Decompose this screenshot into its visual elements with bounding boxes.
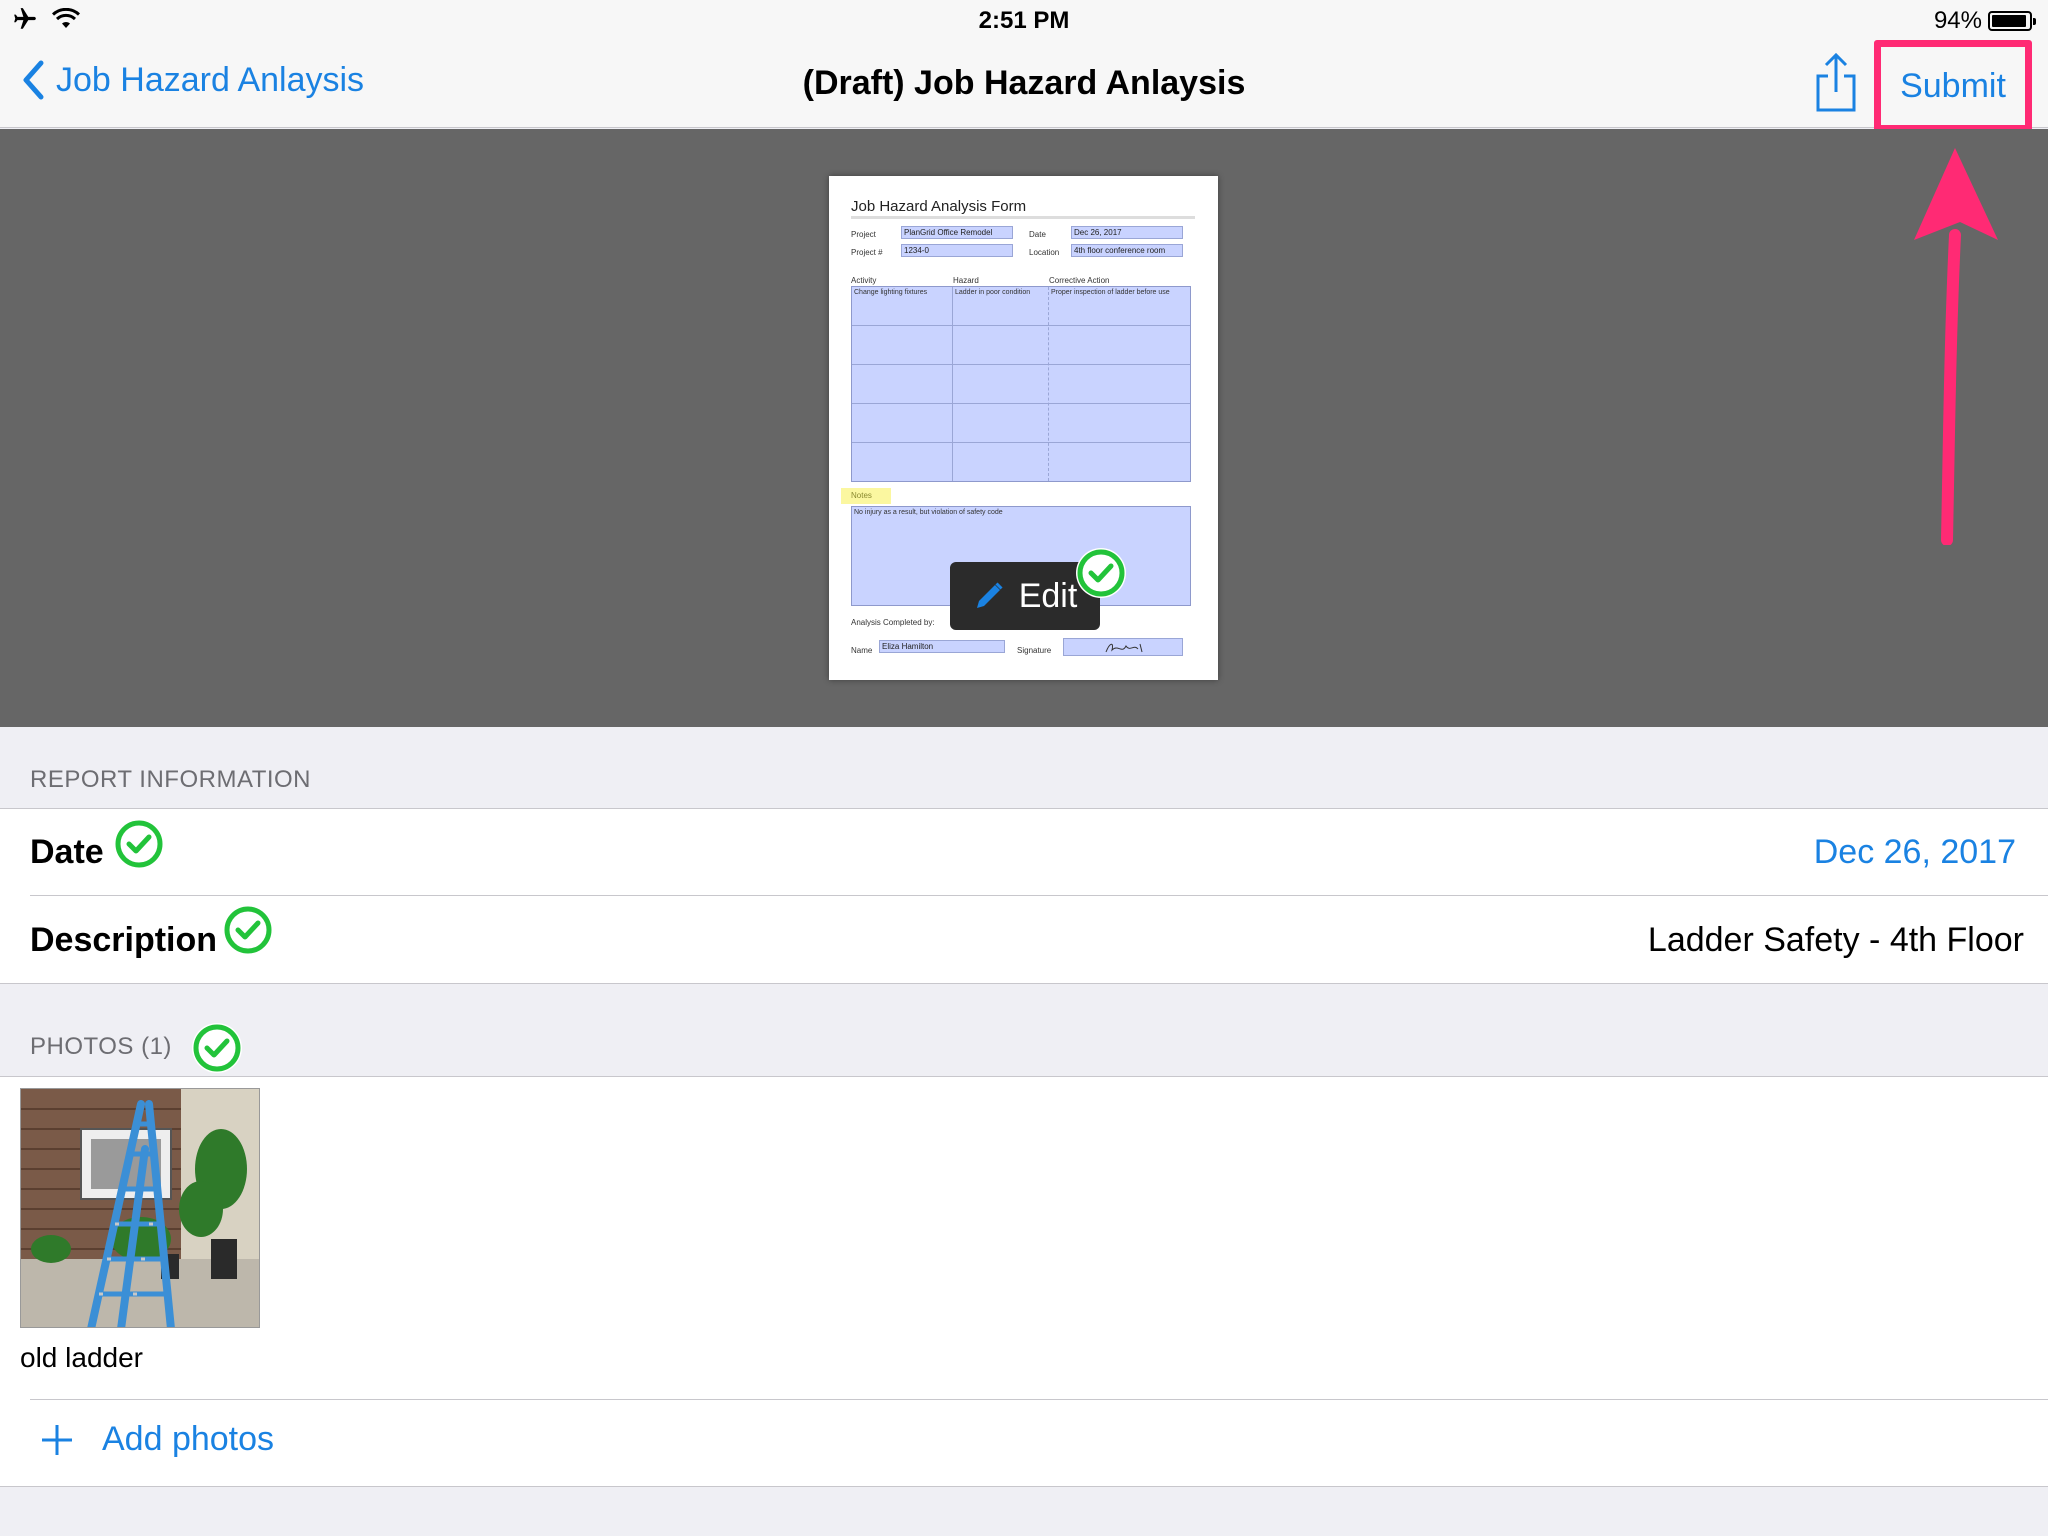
doc-name-field: Eliza Hamilton	[879, 640, 1005, 653]
add-photos-label: Add photos	[102, 1420, 275, 1458]
doc-col-activity: Activity	[851, 276, 877, 285]
battery-percent: 94%	[1933, 7, 1982, 34]
doc-location-field: 4th floor conference room	[1071, 244, 1183, 257]
status-right: 94%	[1933, 7, 2036, 35]
doc-notes-value: No injury as a result, but violation of …	[854, 509, 1003, 516]
status-time: 2:51 PM	[978, 7, 1070, 34]
date-value[interactable]: Dec 26, 2017	[1814, 833, 2016, 872]
doc-project-num-label: Project #	[851, 248, 883, 257]
date-row[interactable]: Date Dec 26, 2017	[0, 809, 2048, 895]
doc-completed-label: Analysis Completed by:	[851, 618, 935, 627]
edit-button-label: Edit	[1018, 576, 1078, 615]
doc-project-field: PlanGrid Office Remodel	[901, 226, 1013, 239]
row-separator	[30, 1399, 2048, 1400]
date-label: Date	[30, 833, 104, 871]
plus-icon	[42, 1424, 72, 1455]
nav-bar: Job Hazard Anlaysis (Draft) Job Hazard A…	[0, 40, 2048, 132]
add-photos-button[interactable]: Add photos	[40, 1420, 274, 1459]
report-info-group: Date Dec 26, 2017 Description Ladder Saf…	[0, 808, 2048, 984]
doc-notes-label: Notes	[851, 491, 872, 500]
photos-group	[0, 1076, 2048, 1487]
submit-button-label: Submit	[1900, 66, 2006, 105]
ladder-photo	[21, 1089, 259, 1327]
share-button[interactable]	[1812, 52, 1860, 114]
doc-table-row-divider	[852, 442, 1190, 443]
pencil-icon	[976, 582, 1003, 608]
doc-row1-activity: Change lighting fixtures	[854, 289, 928, 296]
doc-name-label: Name	[851, 646, 873, 655]
battery-tip	[2033, 18, 2036, 25]
signature-scribble	[1105, 643, 1143, 653]
doc-table-col-divider	[952, 287, 953, 481]
photo-thumbnail[interactable]	[20, 1088, 260, 1328]
back-button-label: Job Hazard Anlaysis	[56, 60, 365, 99]
doc-date-field: Dec 26, 2017	[1071, 226, 1183, 239]
report-info-header: REPORT INFORMATION	[30, 766, 312, 793]
doc-col-action: Corrective Action	[1049, 276, 1110, 285]
description-label: Description	[30, 921, 218, 959]
row-separator	[30, 895, 2048, 896]
doc-table-col-divider	[1048, 287, 1049, 481]
check-circle-icon	[114, 819, 164, 869]
status-bar: 2:51 PM 94%	[0, 0, 2048, 40]
photos-header: PHOTOS (1)	[30, 1033, 172, 1060]
submit-button[interactable]: Submit	[1874, 40, 2032, 132]
doc-table-row-divider	[852, 403, 1190, 404]
doc-project-num-field: 1234-0	[901, 244, 1013, 257]
chevron-left-icon	[23, 60, 44, 100]
back-button[interactable]: Job Hazard Anlaysis	[22, 60, 364, 100]
description-value: Ladder Safety - 4th Floor	[1647, 921, 2024, 959]
check-circle-icon	[223, 905, 273, 955]
doc-title-rule	[851, 216, 1195, 219]
doc-title: Job Hazard Analysis Form	[851, 198, 1027, 215]
description-row[interactable]: Description Ladder Safety - 4th Floor	[0, 897, 2048, 983]
battery-icon	[1988, 11, 2036, 31]
doc-row1-hazard: Ladder in poor condition	[955, 289, 1031, 296]
check-circle-icon	[1076, 548, 1126, 598]
doc-signature-field	[1063, 638, 1183, 656]
battery-level	[1992, 15, 2026, 27]
doc-table-row-divider	[852, 364, 1190, 365]
doc-table-row-divider	[852, 325, 1190, 326]
doc-hazard-table: Change lighting fixtures Ladder in poor …	[851, 286, 1191, 482]
doc-location-label: Location	[1029, 248, 1060, 257]
doc-col-hazard: Hazard	[953, 276, 979, 285]
doc-project-label: Project	[851, 230, 876, 239]
share-icon	[1816, 52, 1856, 112]
doc-signature-label: Signature	[1017, 646, 1052, 655]
photo-caption: old ladder	[20, 1342, 143, 1373]
doc-row1-action: Proper inspection of ladder before use	[1051, 289, 1170, 296]
check-circle-icon	[192, 1023, 242, 1073]
doc-date-label: Date	[1029, 230, 1046, 239]
